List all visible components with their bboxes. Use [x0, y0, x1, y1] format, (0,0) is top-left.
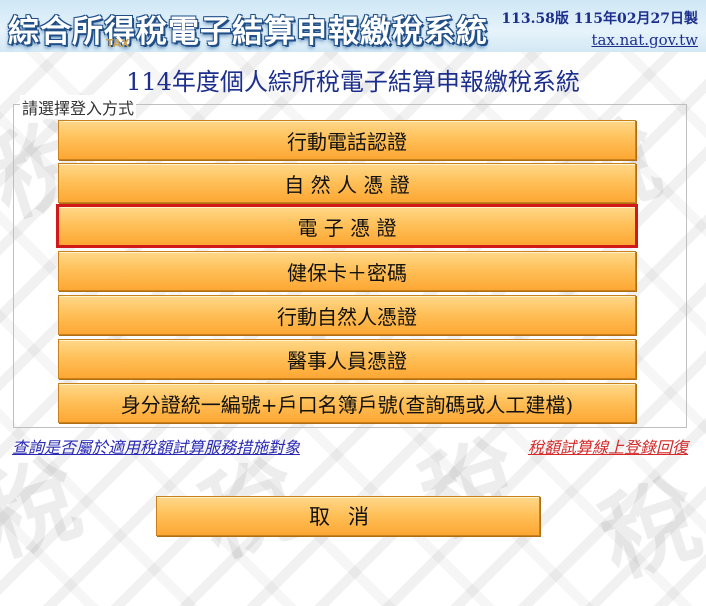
page-title: 114年度個人綜所稅電子結算申報繳稅系統 [126, 68, 580, 96]
medical-personnel-certificate-button[interactable]: 醫事人員憑證 [58, 339, 636, 379]
citizen-certificate-button[interactable]: 自 然 人 憑 證 [58, 163, 636, 203]
version-info: 113.58版 115年02月27日製 [501, 11, 698, 27]
electronic-certificate-button[interactable]: 電 子 憑 證 [56, 204, 638, 248]
mobile-citizen-certificate-button[interactable]: 行動自然人憑證 [58, 295, 636, 335]
health-card-password-button[interactable]: 健保卡＋密碼 [58, 251, 636, 291]
system-title: 綜合所得稅電子結算申報繳稅系統 [8, 14, 488, 50]
eligibility-query-link[interactable]: 查詢是否屬於適用稅額試算服務措施對象 [12, 434, 300, 458]
tax-logo-text: TAX [106, 37, 130, 50]
mobile-phone-auth-button[interactable]: 行動電話認證 [58, 120, 636, 160]
login-method-legend: 請選擇登入方式 [20, 95, 137, 119]
watermark-glyph: 稅 [587, 460, 706, 598]
header-banner: 綜合所得稅電子結算申報繳稅系統 TAX 113.58版 115年02月27日製 … [0, 0, 706, 52]
site-link[interactable]: tax.nat.gov.tw [591, 31, 698, 49]
cancel-button[interactable]: 取消 [156, 496, 540, 536]
id-household-number-button[interactable]: 身分證統一編號+戶口名簿戶號(查詢碼或人工建檔) [58, 383, 636, 423]
tax-estimate-reply-link[interactable]: 稅額試算線上登錄回復 [528, 434, 688, 458]
